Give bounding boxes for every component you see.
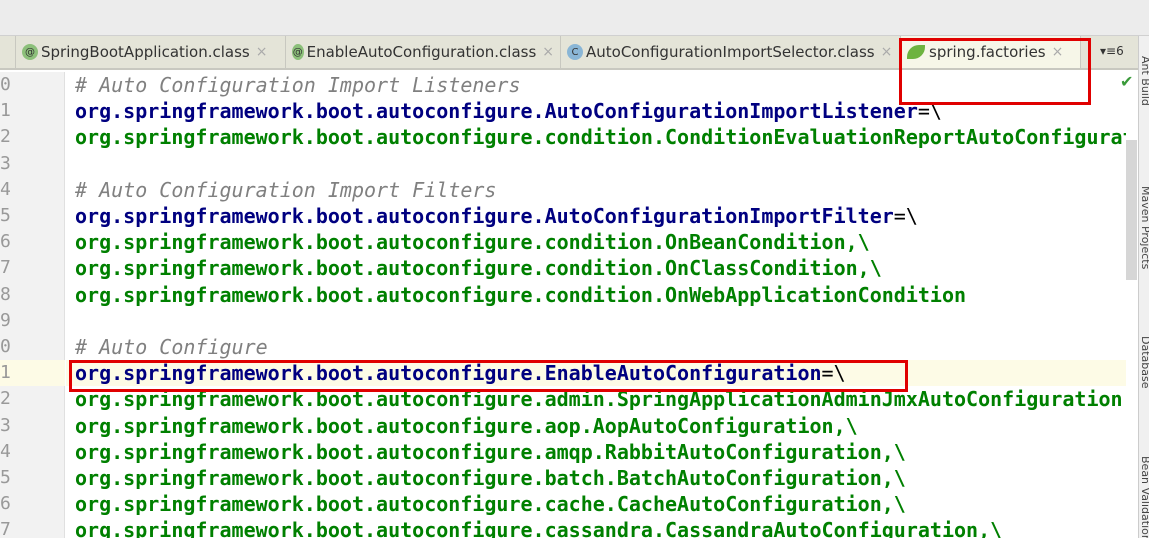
line-number: 6 bbox=[0, 231, 11, 253]
operator: =\ bbox=[893, 204, 918, 228]
line-number: 4 bbox=[0, 178, 11, 200]
code-line: org.springframework.boot.autoconfigure.c… bbox=[66, 255, 1126, 281]
code-line: org.springframework.boot.autoconfigure.c… bbox=[66, 124, 1126, 150]
line-number: 4 bbox=[0, 440, 11, 462]
comment-text: # Auto Configuration Import Listeners bbox=[75, 73, 521, 97]
key-text: org.springframework.boot.autoconfigure.A… bbox=[75, 204, 894, 228]
line-number-gutter: 012345678901234567 bbox=[0, 72, 65, 540]
val-text: org.springframework.boot.autoconfigure.a… bbox=[75, 413, 858, 438]
val-text: org.springframework.boot.autoconfigure.c… bbox=[75, 492, 906, 517]
line-number: 9 bbox=[0, 309, 11, 331]
tab-label: AutoConfigurationImportSelector.class bbox=[586, 43, 875, 61]
line-number: 3 bbox=[0, 152, 11, 174]
code-line: org.springframework.boot.autoconfigure.a… bbox=[66, 413, 1126, 439]
annotation-box-tab bbox=[899, 38, 1091, 105]
comment-text: # Auto Configure bbox=[75, 335, 268, 359]
key-text: org.springframework.boot.autoconfigure.A… bbox=[75, 99, 918, 124]
code-line: org.springframework.boot.autoconfigure.c… bbox=[66, 491, 1126, 517]
code-line: org.springframework.boot.autoconfigure.b… bbox=[66, 465, 1126, 491]
line-number: 5 bbox=[0, 205, 11, 226]
comment-text: # Auto Configuration Import Filters bbox=[75, 177, 497, 202]
tab-overflow-button[interactable]: ▾≡6 bbox=[1100, 44, 1124, 58]
code-line: org.springframework.boot.autoconfigure.a… bbox=[66, 439, 1126, 465]
annotation-icon: @ bbox=[292, 44, 304, 60]
line-number: 8 bbox=[0, 283, 11, 305]
close-icon[interactable]: × bbox=[256, 44, 268, 60]
val-text: org.springframework.boot.autoconfigure.b… bbox=[75, 466, 906, 490]
val-text: org.springframework.boot.autoconfigure.c… bbox=[75, 518, 1003, 538]
line-number: 2 bbox=[0, 126, 11, 148]
right-tool-strip: Ant Build Maven Projects Database Bean Vali… bbox=[1138, 36, 1149, 538]
side-panel-maven-projects[interactable]: Maven Projects bbox=[1139, 186, 1149, 269]
tab-autoconfigurationimportselector-class[interactable]: C AutoConfigurationImportSelector.class × bbox=[561, 36, 901, 68]
check-icon: ✔ bbox=[1120, 72, 1134, 91]
code-line: # Auto Configuration Import Filters bbox=[66, 177, 1126, 203]
code-line: org.springframework.boot.autoconfigure.A… bbox=[66, 203, 1126, 229]
title-bar bbox=[0, 0, 1149, 36]
side-panel-database[interactable]: Database bbox=[1139, 336, 1149, 389]
val-text: org.springframework.boot.autoconfigure.c… bbox=[75, 256, 882, 281]
line-number: 0 bbox=[0, 336, 11, 357]
tab-springbootapplication-class[interactable]: @ SpringBootApplication.class × bbox=[16, 36, 286, 68]
code-line: org.springframework.boot.autoconfigure.c… bbox=[66, 517, 1126, 538]
line-number: 1 bbox=[0, 100, 11, 122]
tab-label: SpringBootApplication.class bbox=[41, 43, 250, 61]
side-panel-bean-validation[interactable]: Bean Validation bbox=[1139, 456, 1149, 538]
line-number: 6 bbox=[0, 493, 11, 515]
code-line: # Auto Configure bbox=[66, 334, 1126, 360]
line-number: 7 bbox=[0, 257, 11, 279]
line-number: 1 bbox=[0, 360, 65, 387]
line-number: 0 bbox=[0, 74, 11, 95]
vertical-scrollbar[interactable] bbox=[1126, 140, 1137, 280]
annotation-box-line bbox=[69, 360, 908, 392]
side-panel-ant-build[interactable]: Ant Build bbox=[1139, 56, 1149, 106]
line-number: 5 bbox=[0, 467, 11, 488]
val-text: org.springframework.boot.autoconfigure.a… bbox=[75, 439, 906, 464]
val-text: org.springframework.boot.autoconfigure.c… bbox=[75, 125, 1126, 150]
tab-enableautoconfiguration-class[interactable]: @ EnableAutoConfiguration.class × bbox=[286, 36, 561, 68]
close-icon[interactable]: × bbox=[881, 44, 893, 60]
tab-label: EnableAutoConfiguration.class bbox=[306, 43, 537, 61]
class-icon: C bbox=[567, 44, 583, 60]
line-number: 2 bbox=[0, 388, 11, 410]
val-text: org.springframework.boot.autoconfigure.c… bbox=[75, 282, 967, 307]
tab-scroll-left[interactable] bbox=[0, 36, 16, 68]
annotation-icon: @ bbox=[22, 44, 38, 60]
close-icon[interactable]: × bbox=[542, 44, 554, 60]
code-editor[interactable]: # Auto Configuration Import Listeners org… bbox=[66, 72, 1126, 538]
line-number: 3 bbox=[0, 414, 11, 436]
code-line: org.springframework.boot.autoconfigure.c… bbox=[66, 229, 1126, 255]
line-number: 7 bbox=[0, 519, 11, 541]
code-line: org.springframework.boot.autoconfigure.c… bbox=[66, 282, 1126, 308]
val-text: org.springframework.boot.autoconfigure.c… bbox=[75, 230, 870, 255]
